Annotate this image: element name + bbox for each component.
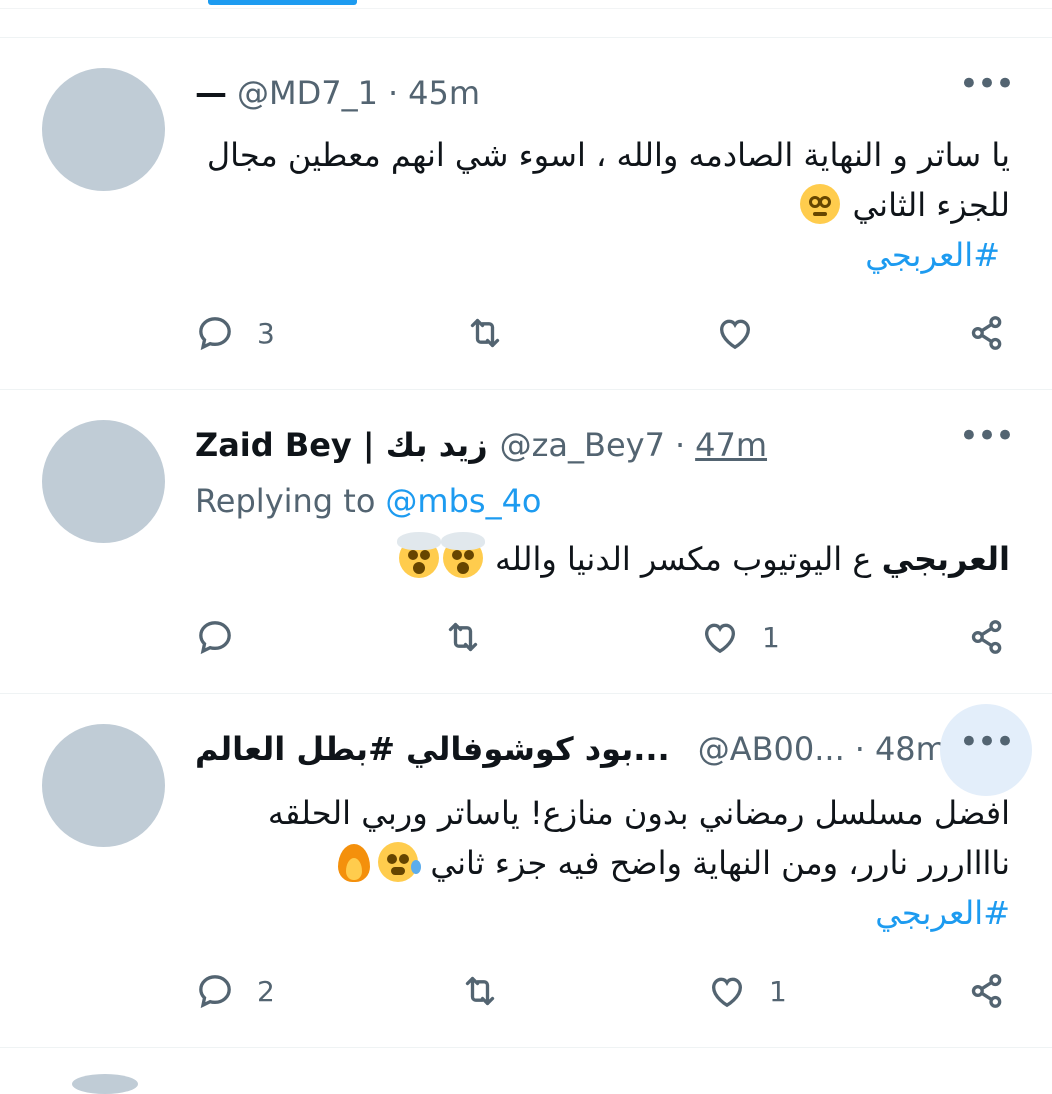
reply-button[interactable]: 3 [195, 308, 275, 358]
tweet-text-line-with-emoji: العربجي ع اليوتيوب مكسر الدنيا والله [190, 532, 1010, 584]
tweet-text-line-with-emoji: نااااررر نارر، ومن النهاية واضح فيه جزء … [190, 838, 1010, 888]
share-button[interactable] [967, 966, 1007, 1016]
avatar[interactable] [42, 68, 165, 191]
reply-count: 3 [257, 316, 275, 350]
share-icon [971, 620, 1002, 654]
handle[interactable]: @za_Bey7 [500, 426, 665, 464]
separator-dot: · [387, 74, 399, 112]
fire-icon [334, 842, 374, 882]
heart-icon [711, 977, 743, 1008]
tweet-text: العربجي ع اليوتيوب مكسر الدنيا والله [190, 532, 1010, 584]
tweet-text-rest: ع اليوتيوب مكسر الدنيا والله [494, 540, 882, 578]
retweet-button[interactable] [460, 966, 500, 1016]
like-button[interactable] [715, 308, 755, 358]
tweet-text: افضل مسلسل رمضاني بدون منازع! ياساتر ورب… [190, 788, 1010, 938]
face-with-spiral-eyes-icon [800, 184, 841, 224]
tweet-actions: 1 [195, 612, 1015, 662]
share-button[interactable] [967, 612, 1007, 662]
reply-count: 2 [257, 974, 275, 1008]
tweet[interactable]: Zaid Bey | زيد بك @za_Bey7 · 47m ••• Rep… [0, 390, 1052, 694]
like-button[interactable]: 1 [707, 966, 787, 1016]
tweet-text-line: افضل مسلسل رمضاني بدون منازع! ياساتر ورب… [267, 794, 1010, 832]
timestamp[interactable]: 45m [408, 74, 480, 112]
tweet-text-line: نااااررر نارر، ومن النهاية واضح فيه جزء … [430, 844, 1010, 882]
more-options-button[interactable]: ••• [940, 398, 1032, 490]
top-tab-strip [0, 0, 1052, 38]
tweet-text-bold: العربجي [881, 540, 1010, 578]
like-count: 1 [769, 974, 787, 1008]
timestamp[interactable]: 47m [695, 426, 767, 464]
anxious-face-with-sweat-icon [378, 842, 422, 882]
like-count: 1 [762, 620, 780, 654]
avatar[interactable] [42, 420, 165, 543]
top-divider [0, 8, 1052, 9]
hashtag-link[interactable]: #العربجي [190, 230, 1010, 280]
exploding-head-icon [440, 532, 485, 578]
retweet-icon [465, 976, 495, 1006]
tweet-actions: 3 [195, 308, 1015, 358]
more-horizontal-icon: ••• [958, 64, 1015, 104]
tweet-text-line: للجزء الثاني [852, 186, 1011, 224]
replying-to-line: Replying to @mbs_4o [195, 478, 962, 524]
reply-button[interactable] [195, 612, 257, 662]
tweet-actions: 2 1 [195, 966, 1015, 1016]
handle[interactable]: @AB00... [698, 730, 845, 768]
next-tweet-avatar[interactable] [72, 1074, 138, 1094]
share-button[interactable] [967, 308, 1007, 358]
separator-dot: · [854, 730, 865, 768]
reply-button[interactable]: 2 [195, 966, 275, 1016]
handle[interactable]: @MD7_1 [237, 74, 378, 112]
replying-prefix: Replying to [195, 482, 376, 520]
share-icon [971, 316, 1002, 350]
more-horizontal-icon: ••• [958, 416, 1015, 456]
tweet-text-line: يا ساتر و النهاية الصادمه والله ، اسوء ش… [206, 136, 1010, 174]
avatar[interactable] [42, 724, 165, 847]
tweet-header: Zaid Bey | زيد بك @za_Bey7 · 47m [195, 422, 962, 468]
tweet[interactable]: — @MD7_1 · 45m ••• يا ساتر و النهاية الص… [0, 38, 1052, 390]
retweet-button[interactable] [443, 612, 483, 662]
tweet-text-line-with-emoji: للجزء الثاني [190, 180, 1010, 230]
heart-icon [704, 623, 736, 654]
more-options-button[interactable]: ••• [940, 46, 1032, 138]
tweet-header: — @MD7_1 · 45m [195, 70, 962, 116]
exploding-head-icon [396, 532, 441, 578]
display-name[interactable]: — [195, 74, 227, 112]
retweet-icon [448, 622, 478, 652]
display-name[interactable]: ...بود كوشوفالي #بطل العالم [195, 730, 670, 768]
like-button[interactable]: 1 [700, 612, 780, 662]
reply-bubble-icon [199, 621, 231, 655]
tweet-text: يا ساتر و النهاية الصادمه والله ، اسوء ش… [190, 130, 1010, 280]
display-name[interactable]: Zaid Bey | زيد بك [195, 426, 488, 464]
tweet-header: ...بود كوشوفالي #بطل العالم @AB00... · 4… [195, 726, 962, 772]
separator-dot: · [674, 426, 686, 464]
more-options-button[interactable]: ••• [940, 704, 1032, 796]
reply-bubble-icon [199, 975, 231, 1009]
active-tab-indicator [208, 0, 357, 5]
replying-to-handle[interactable]: @mbs_4o [385, 482, 541, 520]
retweet-button[interactable] [465, 308, 505, 358]
share-icon [971, 974, 1002, 1008]
more-horizontal-icon: ••• [958, 722, 1015, 762]
retweet-icon [470, 318, 500, 348]
timestamp[interactable]: 48m [875, 730, 947, 768]
heart-icon [719, 319, 751, 350]
tweet[interactable]: ...بود كوشوفالي #بطل العالم @AB00... · 4… [0, 694, 1052, 1048]
hashtag-link[interactable]: #العربجي [190, 888, 1010, 938]
reply-bubble-icon [199, 317, 231, 351]
